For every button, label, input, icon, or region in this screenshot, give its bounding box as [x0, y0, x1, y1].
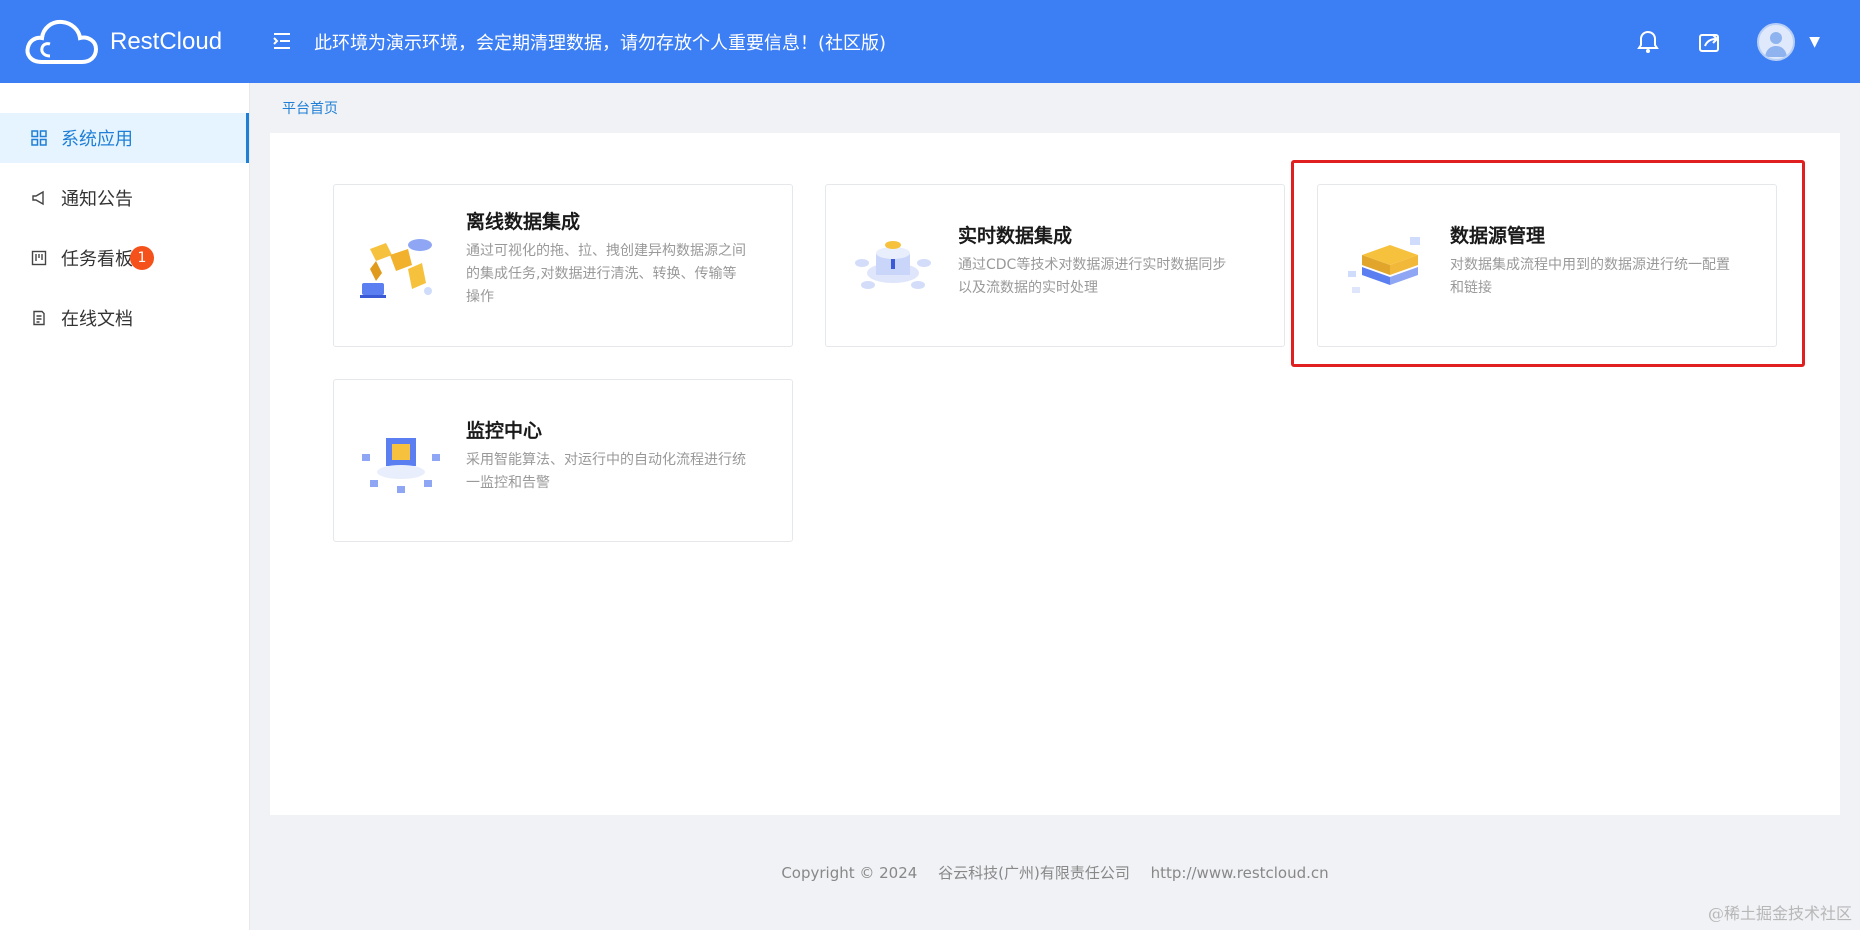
sidebar-item-online-docs[interactable]: 在线文档: [0, 293, 249, 343]
realtime-illustration-icon: [855, 241, 931, 289]
sidebar-item-notices[interactable]: 通知公告: [0, 173, 249, 223]
datasource-illustration-icon: [1348, 237, 1420, 293]
footer: Copyright © 2024 谷云科技(广州)有限责任公司 http://w…: [250, 862, 1860, 883]
cloud-logo-icon: [25, 19, 99, 64]
card-offline-integration[interactable]: 离线数据集成 通过可视化的拖、拉、拽创建异构数据源之间的集成任务,对数据进行清洗…: [333, 184, 793, 347]
kanban-icon: [30, 249, 48, 267]
sidebar: 系统应用 通知公告 任务看板 1 在线文档: [0, 83, 250, 930]
card-description: 采用智能算法、对运行中的自动化流程进行统一监控和告警: [466, 452, 746, 491]
breadcrumb-home[interactable]: 平台首页: [282, 98, 338, 118]
sidebar-item-label: 系统应用: [61, 129, 133, 150]
card-title: 实时数据集成: [958, 225, 1073, 247]
share-icon[interactable]: [1693, 25, 1727, 59]
card-description: 对数据集成流程中用到的数据源进行统一配置和链接: [1450, 257, 1730, 296]
footer-company: 谷云科技(广州)有限责任公司: [938, 864, 1130, 882]
card-title: 数据源管理: [1450, 225, 1546, 247]
grid-icon: [30, 129, 48, 147]
card-title: 离线数据集成: [466, 211, 581, 233]
demo-notice: 此环境为演示环境，会定期清理数据，请勿存放个人重要信息！(社区版): [314, 32, 887, 54]
bell-icon[interactable]: [1631, 25, 1665, 59]
etl-illustration-icon: [360, 239, 432, 298]
sidebar-item-label: 在线文档: [61, 309, 133, 330]
menu-toggle-icon[interactable]: [268, 28, 296, 56]
top-header: RestCloud 此环境为演示环境，会定期清理数据，请勿存放个人重要信息！(社…: [0, 0, 1860, 83]
logo[interactable]: RestCloud: [24, 16, 250, 68]
watermark: @稀土掘金技术社区: [1707, 904, 1852, 923]
card-description: 通过可视化的拖、拉、拽创建异构数据源之间的集成任务,对数据进行清洗、转换、传输等…: [466, 243, 746, 305]
card-title: 监控中心: [466, 420, 543, 442]
card-datasource-management[interactable]: 数据源管理 对数据集成流程中用到的数据源进行统一配置和链接: [1317, 184, 1777, 347]
user-avatar[interactable]: [1757, 22, 1796, 61]
sidebar-item-label: 通知公告: [61, 189, 133, 210]
megaphone-icon: [30, 189, 48, 207]
sidebar-item-label: 任务看板: [61, 249, 133, 270]
header-actions: ▼: [1603, 0, 1820, 83]
sidebar-item-task-board[interactable]: 任务看板 1: [0, 233, 249, 283]
document-icon: [30, 309, 48, 327]
task-count-badge: 1: [130, 246, 154, 270]
logo-text: RestCloud: [110, 27, 223, 55]
footer-copyright: Copyright © 2024: [781, 864, 918, 882]
user-menu-caret-icon[interactable]: ▼: [1809, 34, 1820, 50]
card-monitoring-center[interactable]: 监控中心 采用智能算法、对运行中的自动化流程进行统一监控和告警: [333, 379, 793, 542]
main-panel: 离线数据集成 通过可视化的拖、拉、拽创建异构数据源之间的集成任务,对数据进行清洗…: [270, 133, 1840, 815]
card-description: 通过CDC等技术对数据源进行实时数据同步以及流数据的实时处理: [958, 257, 1227, 296]
footer-url-link[interactable]: http://www.restcloud.cn: [1151, 864, 1329, 882]
monitoring-illustration-icon: [362, 438, 440, 493]
card-realtime-integration[interactable]: 实时数据集成 通过CDC等技术对数据源进行实时数据同步以及流数据的实时处理: [825, 184, 1285, 347]
sidebar-item-system-apps[interactable]: 系统应用: [0, 113, 249, 163]
